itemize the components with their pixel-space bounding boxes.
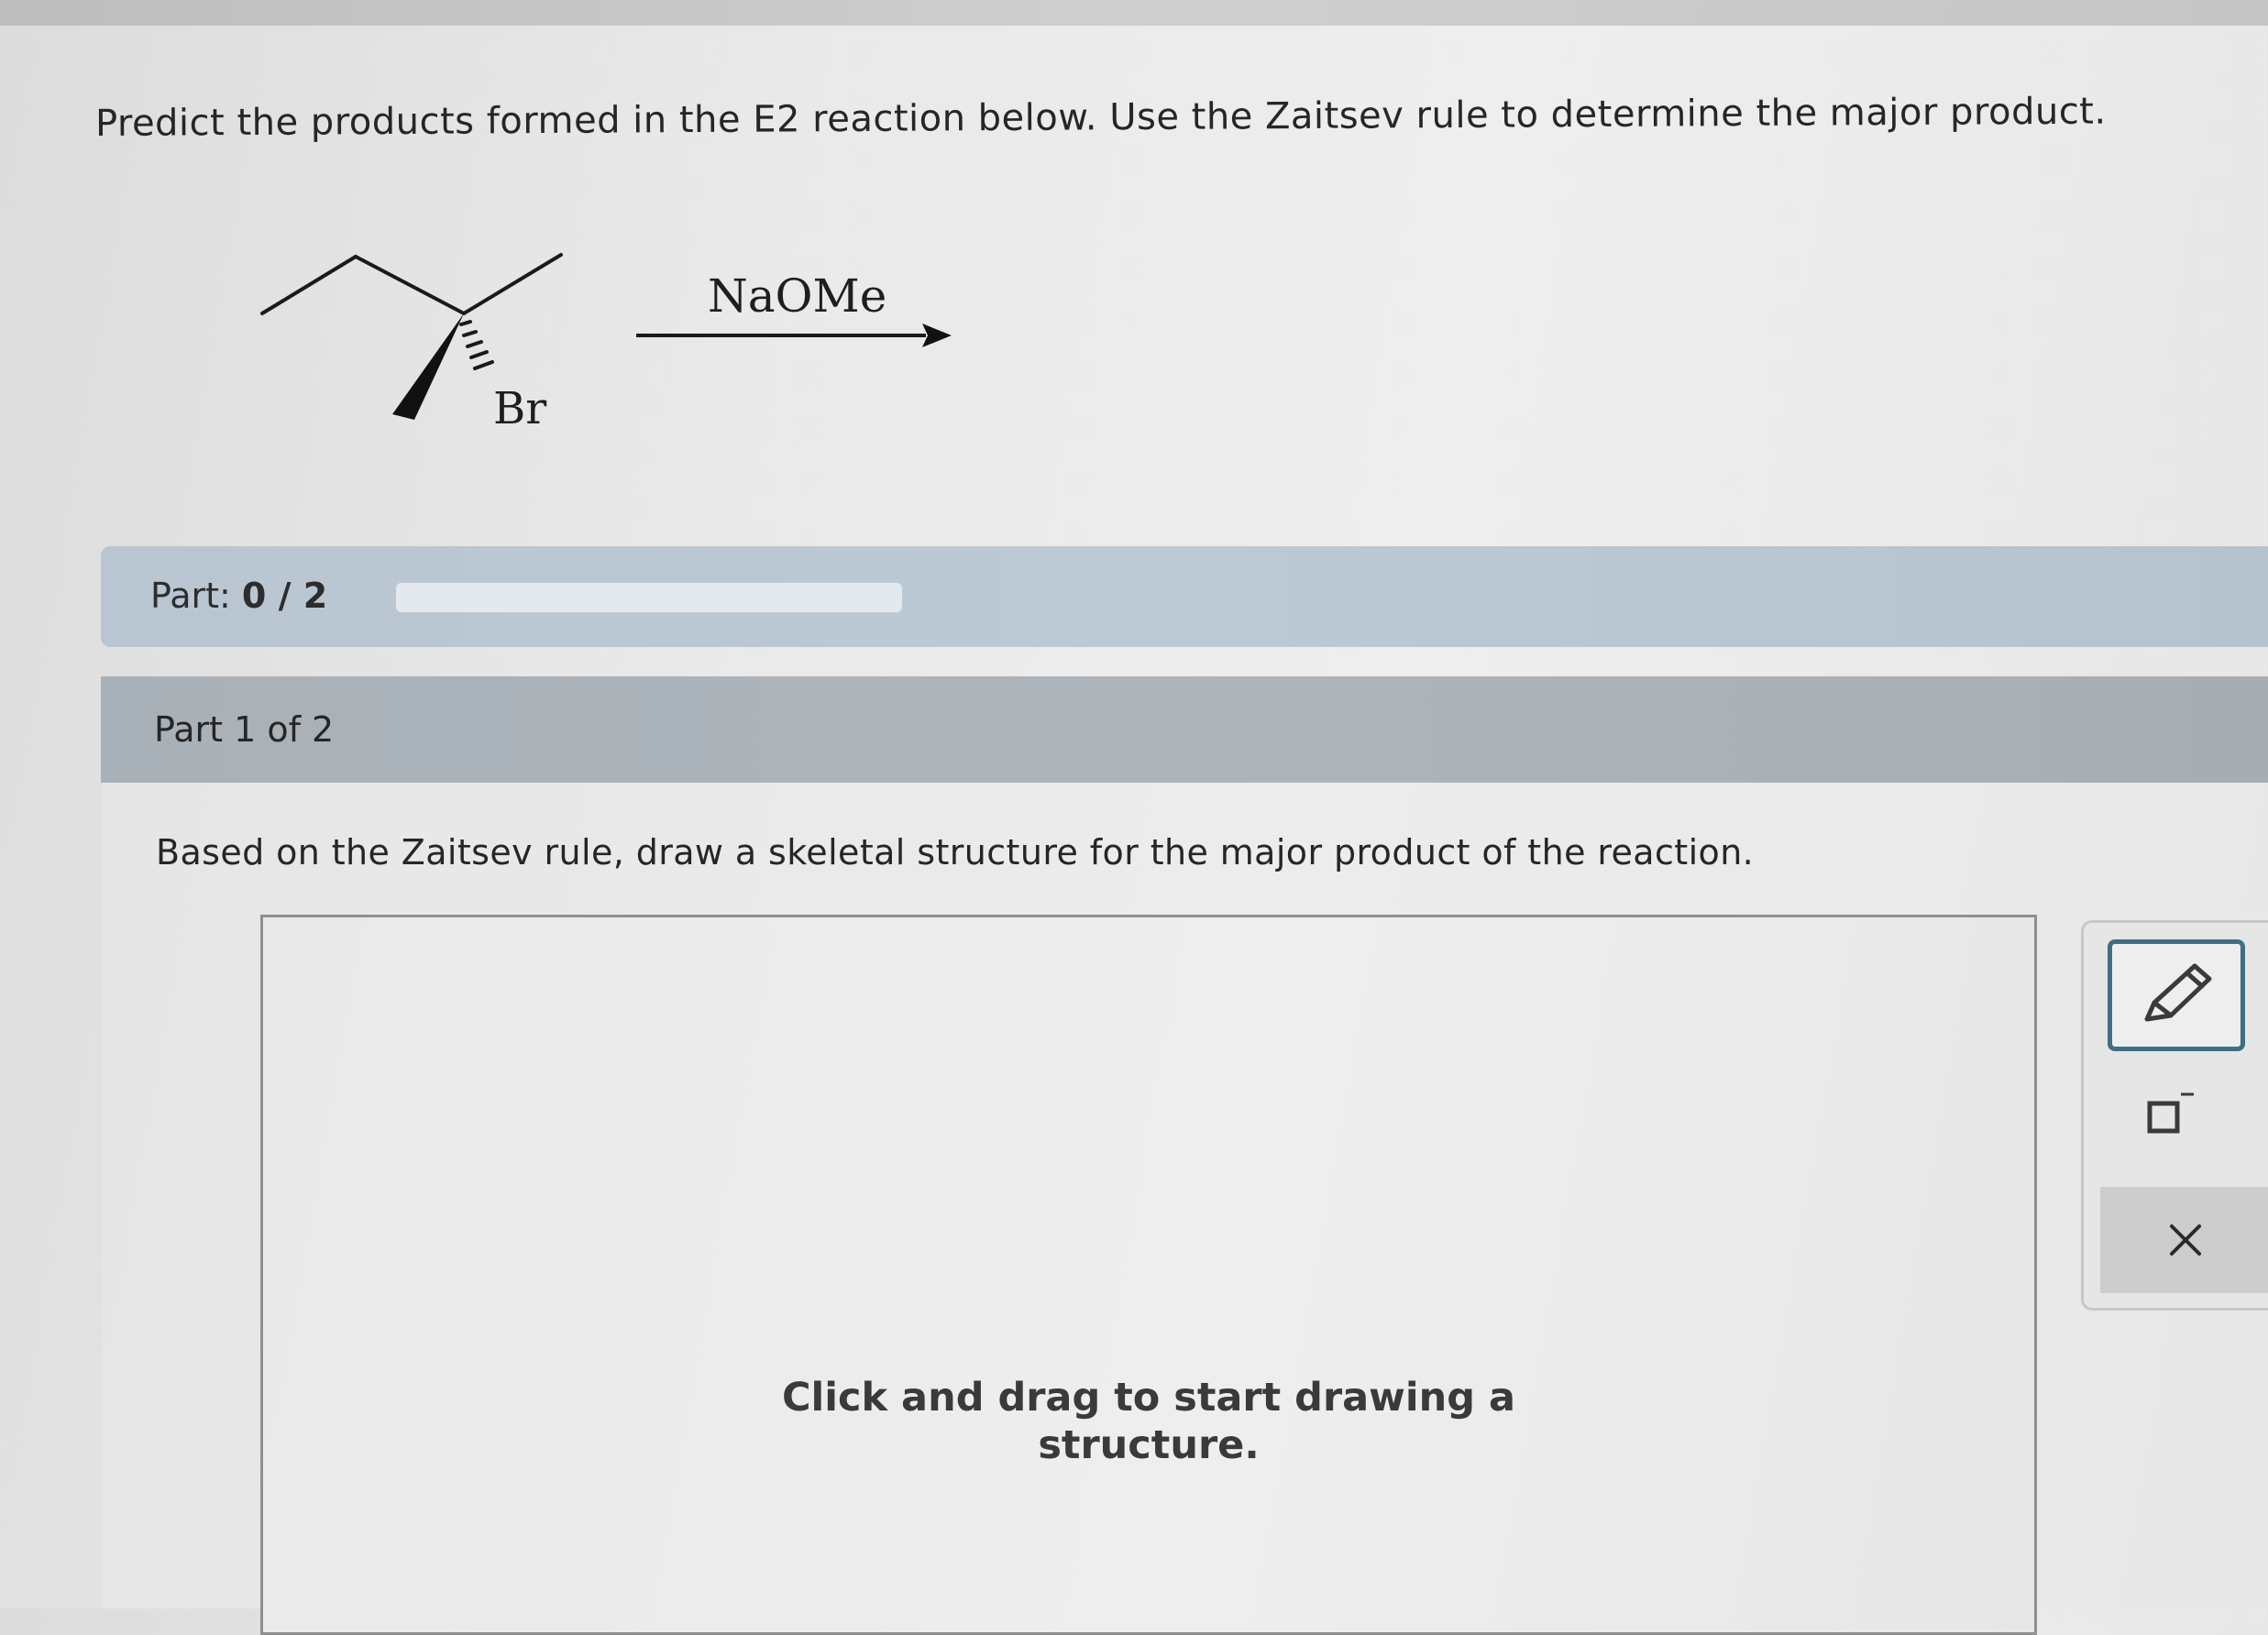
part-header: Part 1 of 2 [101, 676, 2268, 783]
hashed-bond [459, 320, 494, 370]
wedge-bond [392, 313, 464, 420]
close-icon [2170, 1224, 2201, 1256]
bond-c1-c2 [260, 255, 358, 315]
reagent-label: NaOMe [708, 269, 887, 323]
pencil-icon [2144, 963, 2212, 1022]
part-header-label: Part 1 of 2 [154, 709, 335, 750]
bond-c3-c4 [462, 253, 563, 315]
drawing-toolbar [2081, 920, 2268, 1311]
progress-current: 0 [241, 576, 267, 616]
part-instruction: Based on the Zaitsev rule, draw a skelet… [156, 832, 1755, 872]
progress-bar-section: Part: 0 / 2 [101, 546, 2268, 647]
top-strip [0, 0, 2268, 26]
bromine-label: Br [493, 383, 547, 434]
canvas-hint: Click and drag to start drawing a struct… [263, 1374, 2034, 1469]
progress-track [396, 583, 902, 612]
part-progress-label: Part: 0 / 2 [150, 576, 327, 616]
clear-button[interactable] [2100, 1187, 2268, 1293]
progress-total: 2 [303, 576, 328, 616]
pencil-tool-button[interactable] [2108, 939, 2245, 1051]
progress-label-text: Part: [150, 576, 242, 616]
canvas-hint-line1: Click and drag to start drawing a [781, 1375, 1516, 1421]
question-prompt: Predict the products formed in the E2 re… [94, 90, 2107, 145]
progress-separator: / [266, 576, 303, 616]
bond-c2-c3 [354, 255, 466, 315]
erase-icon [2147, 1092, 2194, 1134]
erase-tool-button[interactable] [2133, 1081, 2207, 1145]
reaction-arrow [636, 324, 952, 347]
canvas-hint-line2: structure. [1038, 1422, 1260, 1468]
structure-drawing-canvas[interactable]: Click and drag to start drawing a struct… [260, 915, 2037, 1635]
